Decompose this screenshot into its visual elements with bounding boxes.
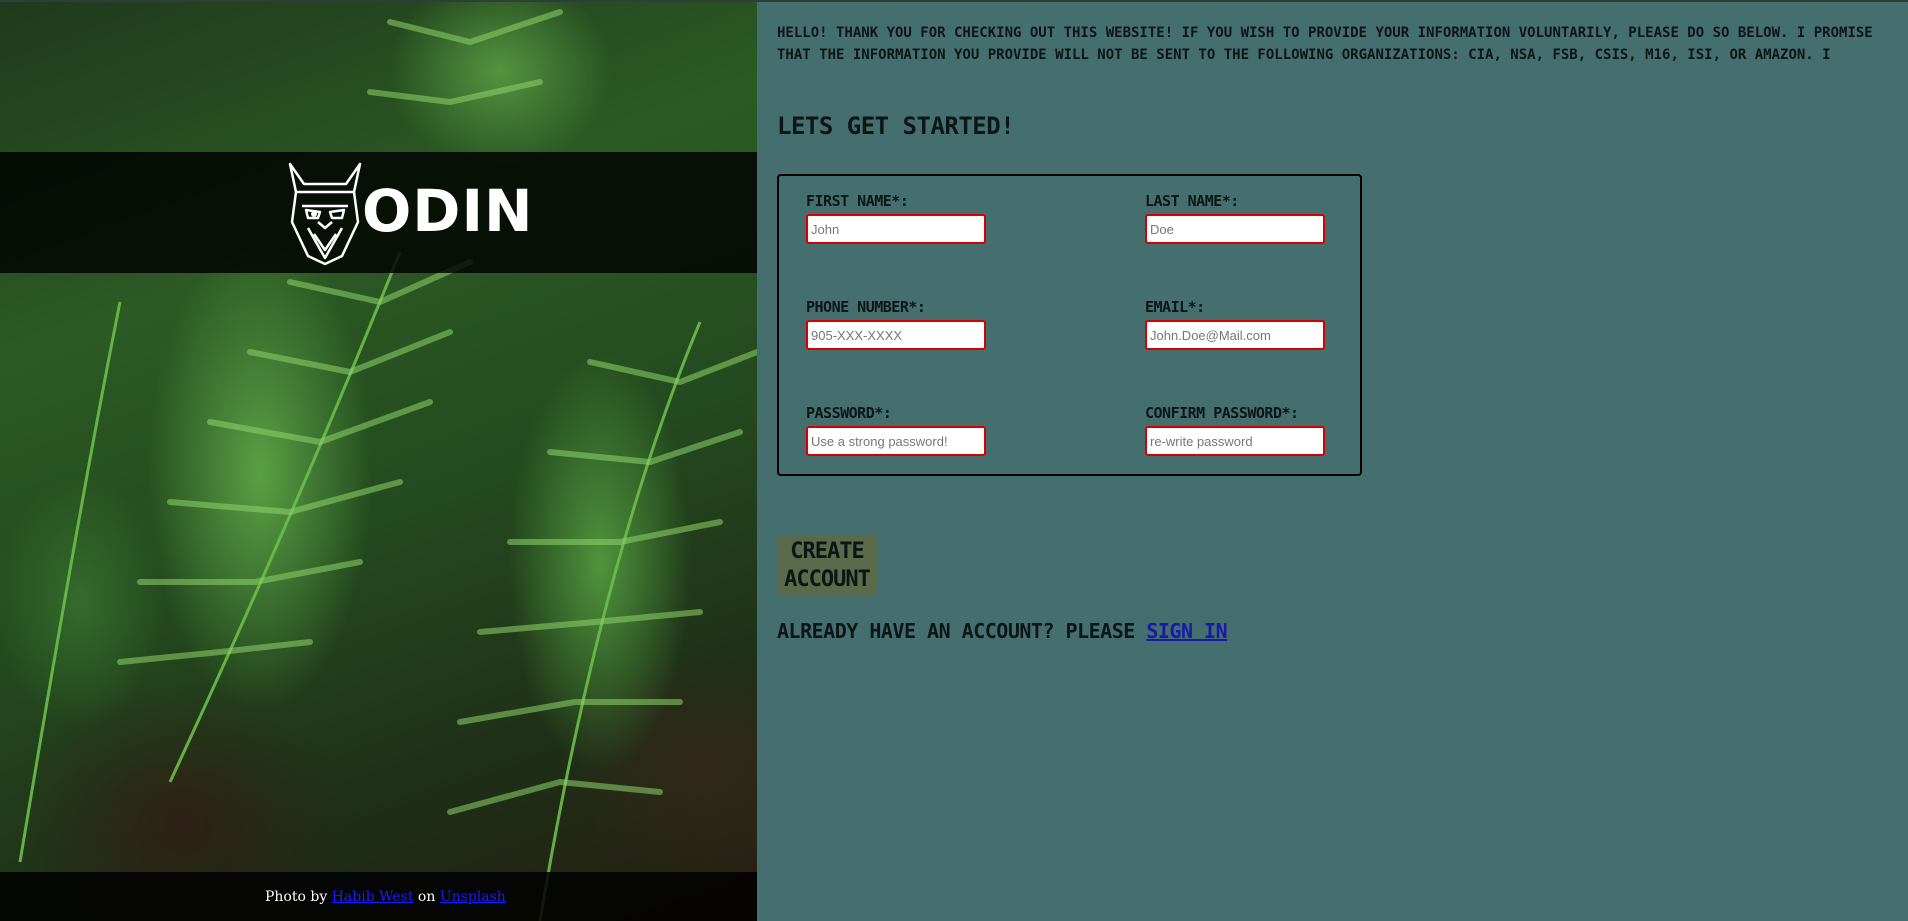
create-account-line1: CREATE: [790, 539, 864, 564]
photo-credit-band: Photo by Habib West on Unsplash: [0, 872, 757, 921]
email-field-group: EMAIL*:: [1145, 298, 1325, 350]
password-field-group: PASSWORD*:: [806, 404, 986, 456]
last-name-input[interactable]: [1145, 214, 1325, 244]
phone-input[interactable]: [806, 320, 986, 350]
confirm-password-label: CONFIRM PASSWORD*:: [1145, 404, 1299, 422]
logo-band: ODIN: [0, 152, 757, 273]
phone-field-group: PHONE NUMBER*:: [806, 298, 986, 350]
signin-prompt: ALREADY HAVE AN ACCOUNT? PLEASE SIGN IN: [777, 619, 1228, 643]
brand-name: ODIN: [362, 177, 534, 245]
password-input[interactable]: [806, 426, 986, 456]
first-name-input[interactable]: [806, 214, 986, 244]
last-name-field-group: LAST NAME*:: [1145, 192, 1325, 244]
confirm-password-input[interactable]: [1145, 426, 1325, 456]
signup-form: FIRST NAME*: LAST NAME*: PHONE NUMBER*: …: [777, 174, 1362, 476]
password-label: PASSWORD*:: [806, 404, 892, 422]
email-input[interactable]: [1145, 320, 1325, 350]
signin-text: ALREADY HAVE AN ACCOUNT? PLEASE: [777, 619, 1135, 643]
phone-label: PHONE NUMBER*:: [806, 298, 926, 316]
confirm-password-field-group: CONFIRM PASSWORD*:: [1145, 404, 1325, 456]
intro-text: HELLO! THANK YOU FOR CHECKING OUT THIS W…: [777, 25, 1873, 63]
credit-middle: on: [417, 889, 436, 905]
form-heading: LETS GET STARTED!: [777, 112, 1015, 140]
hero-panel: ODIN Photo by Habib West on Unsplash: [0, 2, 757, 921]
signin-link[interactable]: SIGN IN: [1146, 619, 1227, 643]
viking-helmet-face-icon: [288, 162, 362, 266]
email-label: EMAIL*:: [1145, 298, 1205, 316]
first-name-label: FIRST NAME*:: [806, 192, 909, 210]
create-account-button[interactable]: CREATE ACCOUNT: [777, 536, 877, 596]
unsplash-link[interactable]: Unsplash: [440, 889, 506, 905]
photographer-link[interactable]: Habib West: [332, 889, 414, 905]
credit-prefix: Photo by: [265, 889, 328, 905]
last-name-label: LAST NAME*:: [1145, 192, 1239, 210]
photo-credit: Photo by Habib West on Unsplash: [265, 889, 506, 905]
fern-background-image: [18, 9, 757, 921]
create-account-line2: ACCOUNT: [784, 567, 871, 592]
first-name-field-group: FIRST NAME*:: [806, 192, 986, 244]
